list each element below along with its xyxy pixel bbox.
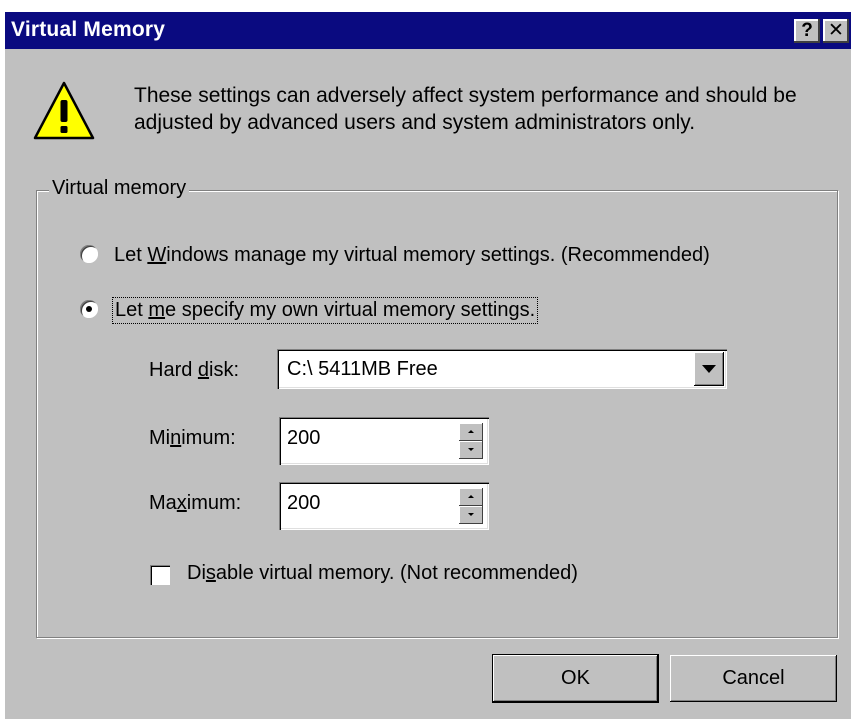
group-label: Virtual memory	[49, 177, 190, 200]
minimum-increment-button[interactable]	[459, 423, 483, 441]
virtual-memory-dialog: Virtual Memory ? ✕ These settings can ad…	[5, 12, 851, 719]
hard-disk-value: C:\ 5411MB Free	[287, 358, 438, 380]
minimum-label: Minimum:	[149, 427, 236, 449]
maximum-spinner	[459, 488, 483, 524]
chevron-down-icon	[702, 365, 716, 373]
minimum-value: 200	[287, 427, 321, 449]
disable-virtual-memory-label[interactable]: Disable virtual memory. (Not recommended…	[187, 562, 578, 585]
minimum-input[interactable]: 200	[279, 417, 489, 465]
help-button[interactable]: ?	[794, 19, 820, 43]
warning-icon	[33, 80, 95, 147]
window-title: Virtual Memory	[11, 18, 166, 41]
minimum-spinner	[459, 423, 483, 459]
radio-selected-dot	[86, 306, 92, 312]
hard-disk-select[interactable]: C:\ 5411MB Free	[277, 349, 727, 389]
close-button[interactable]: ✕	[823, 19, 849, 43]
maximum-decrement-button[interactable]	[459, 506, 483, 524]
minimum-decrement-button[interactable]	[459, 441, 483, 459]
option-custom-settings-label[interactable]: Let me specify my own virtual memory set…	[112, 297, 539, 324]
maximum-increment-button[interactable]	[459, 488, 483, 506]
warning-text: These settings can adversely affect syst…	[134, 84, 797, 134]
arrow-down-icon	[468, 448, 474, 451]
arrow-up-icon	[468, 430, 474, 433]
hard-disk-label: Hard disk:	[149, 359, 240, 381]
radio-windows-manage[interactable]	[80, 245, 98, 263]
maximum-value: 200	[287, 492, 321, 514]
maximum-input[interactable]: 200	[279, 482, 489, 530]
title-bar[interactable]: Virtual Memory ? ✕	[5, 12, 851, 49]
arrow-down-icon	[468, 513, 474, 516]
ok-button[interactable]: OK	[492, 654, 659, 703]
disable-virtual-memory-checkbox[interactable]	[150, 565, 170, 585]
cancel-button[interactable]: Cancel	[670, 655, 837, 702]
dropdown-button[interactable]	[694, 352, 724, 386]
arrow-up-icon	[468, 495, 474, 498]
radio-custom-settings[interactable]	[80, 300, 98, 318]
maximum-label: Maximum:	[149, 492, 242, 514]
option-windows-manage-label[interactable]: Let Windows manage my virtual memory set…	[114, 244, 710, 267]
